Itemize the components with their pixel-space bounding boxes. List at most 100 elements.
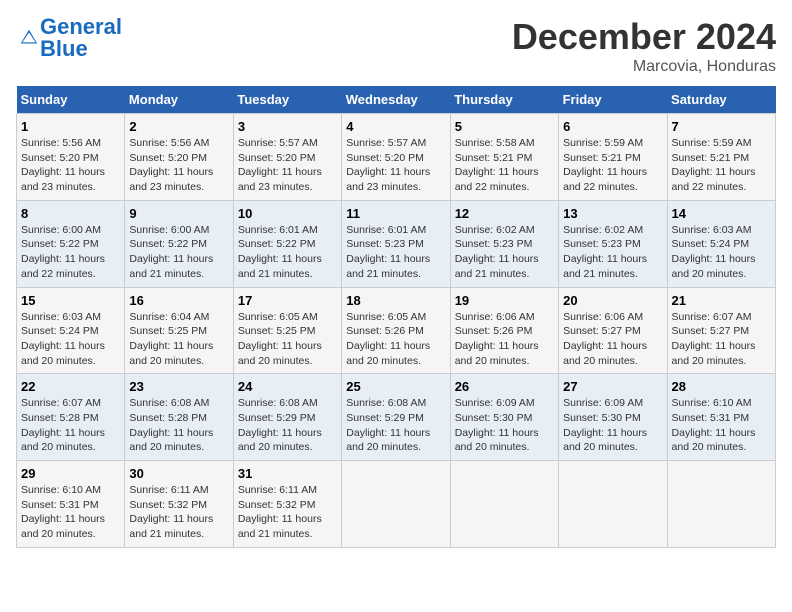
calendar-cell: 20 Sunrise: 6:06 AM Sunset: 5:27 PM Dayl… bbox=[559, 287, 667, 374]
day-info: Sunrise: 6:08 AM Sunset: 5:29 PM Dayligh… bbox=[346, 396, 445, 455]
day-info: Sunrise: 6:10 AM Sunset: 5:31 PM Dayligh… bbox=[21, 483, 120, 542]
day-info: Sunrise: 6:09 AM Sunset: 5:30 PM Dayligh… bbox=[455, 396, 554, 455]
calendar-cell: 2 Sunrise: 5:56 AM Sunset: 5:20 PM Dayli… bbox=[125, 114, 233, 201]
calendar-cell: 1 Sunrise: 5:56 AM Sunset: 5:20 PM Dayli… bbox=[17, 114, 125, 201]
weekday-header-friday: Friday bbox=[559, 86, 667, 114]
day-number: 19 bbox=[455, 293, 554, 308]
day-info: Sunrise: 6:03 AM Sunset: 5:24 PM Dayligh… bbox=[672, 223, 771, 282]
week-row-3: 15 Sunrise: 6:03 AM Sunset: 5:24 PM Dayl… bbox=[17, 287, 776, 374]
week-row-2: 8 Sunrise: 6:00 AM Sunset: 5:22 PM Dayli… bbox=[17, 200, 776, 287]
calendar-cell: 19 Sunrise: 6:06 AM Sunset: 5:26 PM Dayl… bbox=[450, 287, 558, 374]
day-number: 28 bbox=[672, 379, 771, 394]
calendar-cell: 13 Sunrise: 6:02 AM Sunset: 5:23 PM Dayl… bbox=[559, 200, 667, 287]
day-number: 29 bbox=[21, 466, 120, 481]
calendar-cell: 7 Sunrise: 5:59 AM Sunset: 5:21 PM Dayli… bbox=[667, 114, 775, 201]
calendar-cell bbox=[342, 461, 450, 548]
day-info: Sunrise: 6:04 AM Sunset: 5:25 PM Dayligh… bbox=[129, 310, 228, 369]
day-number: 18 bbox=[346, 293, 445, 308]
day-number: 22 bbox=[21, 379, 120, 394]
day-number: 8 bbox=[21, 206, 120, 221]
calendar-cell bbox=[559, 461, 667, 548]
calendar-cell: 10 Sunrise: 6:01 AM Sunset: 5:22 PM Dayl… bbox=[233, 200, 341, 287]
day-number: 4 bbox=[346, 119, 445, 134]
week-row-1: 1 Sunrise: 5:56 AM Sunset: 5:20 PM Dayli… bbox=[17, 114, 776, 201]
calendar-cell: 28 Sunrise: 6:10 AM Sunset: 5:31 PM Dayl… bbox=[667, 374, 775, 461]
day-number: 21 bbox=[672, 293, 771, 308]
day-info: Sunrise: 6:11 AM Sunset: 5:32 PM Dayligh… bbox=[129, 483, 228, 542]
calendar-cell: 4 Sunrise: 5:57 AM Sunset: 5:20 PM Dayli… bbox=[342, 114, 450, 201]
calendar-cell: 22 Sunrise: 6:07 AM Sunset: 5:28 PM Dayl… bbox=[17, 374, 125, 461]
day-number: 16 bbox=[129, 293, 228, 308]
calendar-cell: 27 Sunrise: 6:09 AM Sunset: 5:30 PM Dayl… bbox=[559, 374, 667, 461]
day-info: Sunrise: 6:00 AM Sunset: 5:22 PM Dayligh… bbox=[129, 223, 228, 282]
day-info: Sunrise: 5:56 AM Sunset: 5:20 PM Dayligh… bbox=[129, 136, 228, 195]
day-number: 30 bbox=[129, 466, 228, 481]
day-number: 25 bbox=[346, 379, 445, 394]
weekday-header-row: SundayMondayTuesdayWednesdayThursdayFrid… bbox=[17, 86, 776, 114]
day-number: 31 bbox=[238, 466, 337, 481]
calendar-cell: 11 Sunrise: 6:01 AM Sunset: 5:23 PM Dayl… bbox=[342, 200, 450, 287]
calendar-cell: 16 Sunrise: 6:04 AM Sunset: 5:25 PM Dayl… bbox=[125, 287, 233, 374]
day-info: Sunrise: 6:06 AM Sunset: 5:26 PM Dayligh… bbox=[455, 310, 554, 369]
day-info: Sunrise: 6:08 AM Sunset: 5:29 PM Dayligh… bbox=[238, 396, 337, 455]
day-info: Sunrise: 5:58 AM Sunset: 5:21 PM Dayligh… bbox=[455, 136, 554, 195]
day-number: 9 bbox=[129, 206, 228, 221]
week-row-4: 22 Sunrise: 6:07 AM Sunset: 5:28 PM Dayl… bbox=[17, 374, 776, 461]
calendar-cell: 15 Sunrise: 6:03 AM Sunset: 5:24 PM Dayl… bbox=[17, 287, 125, 374]
calendar-cell: 8 Sunrise: 6:00 AM Sunset: 5:22 PM Dayli… bbox=[17, 200, 125, 287]
calendar-cell: 23 Sunrise: 6:08 AM Sunset: 5:28 PM Dayl… bbox=[125, 374, 233, 461]
day-number: 1 bbox=[21, 119, 120, 134]
weekday-header-monday: Monday bbox=[125, 86, 233, 114]
page-header: General Blue December 2024 Marcovia, Hon… bbox=[16, 16, 776, 76]
calendar-cell: 14 Sunrise: 6:03 AM Sunset: 5:24 PM Dayl… bbox=[667, 200, 775, 287]
calendar-cell: 5 Sunrise: 5:58 AM Sunset: 5:21 PM Dayli… bbox=[450, 114, 558, 201]
calendar-cell: 3 Sunrise: 5:57 AM Sunset: 5:20 PM Dayli… bbox=[233, 114, 341, 201]
day-info: Sunrise: 5:56 AM Sunset: 5:20 PM Dayligh… bbox=[21, 136, 120, 195]
day-info: Sunrise: 6:00 AM Sunset: 5:22 PM Dayligh… bbox=[21, 223, 120, 282]
day-number: 11 bbox=[346, 206, 445, 221]
day-number: 17 bbox=[238, 293, 337, 308]
weekday-header-sunday: Sunday bbox=[17, 86, 125, 114]
day-number: 26 bbox=[455, 379, 554, 394]
day-info: Sunrise: 6:03 AM Sunset: 5:24 PM Dayligh… bbox=[21, 310, 120, 369]
day-number: 10 bbox=[238, 206, 337, 221]
weekday-header-wednesday: Wednesday bbox=[342, 86, 450, 114]
calendar-cell bbox=[667, 461, 775, 548]
day-info: Sunrise: 6:01 AM Sunset: 5:22 PM Dayligh… bbox=[238, 223, 337, 282]
day-number: 7 bbox=[672, 119, 771, 134]
calendar-cell: 9 Sunrise: 6:00 AM Sunset: 5:22 PM Dayli… bbox=[125, 200, 233, 287]
day-number: 2 bbox=[129, 119, 228, 134]
day-info: Sunrise: 6:01 AM Sunset: 5:23 PM Dayligh… bbox=[346, 223, 445, 282]
day-number: 12 bbox=[455, 206, 554, 221]
day-info: Sunrise: 6:07 AM Sunset: 5:28 PM Dayligh… bbox=[21, 396, 120, 455]
month-title: December 2024 bbox=[512, 16, 776, 58]
day-info: Sunrise: 6:10 AM Sunset: 5:31 PM Dayligh… bbox=[672, 396, 771, 455]
calendar-cell: 30 Sunrise: 6:11 AM Sunset: 5:32 PM Dayl… bbox=[125, 461, 233, 548]
day-number: 3 bbox=[238, 119, 337, 134]
day-number: 6 bbox=[563, 119, 662, 134]
location: Marcovia, Honduras bbox=[512, 58, 776, 76]
day-info: Sunrise: 6:09 AM Sunset: 5:30 PM Dayligh… bbox=[563, 396, 662, 455]
day-info: Sunrise: 5:57 AM Sunset: 5:20 PM Dayligh… bbox=[346, 136, 445, 195]
day-number: 15 bbox=[21, 293, 120, 308]
day-number: 13 bbox=[563, 206, 662, 221]
weekday-header-tuesday: Tuesday bbox=[233, 86, 341, 114]
day-number: 20 bbox=[563, 293, 662, 308]
calendar-cell: 24 Sunrise: 6:08 AM Sunset: 5:29 PM Dayl… bbox=[233, 374, 341, 461]
day-info: Sunrise: 6:02 AM Sunset: 5:23 PM Dayligh… bbox=[563, 223, 662, 282]
logo-line2: Blue bbox=[40, 38, 122, 60]
day-info: Sunrise: 5:57 AM Sunset: 5:20 PM Dayligh… bbox=[238, 136, 337, 195]
day-info: Sunrise: 6:11 AM Sunset: 5:32 PM Dayligh… bbox=[238, 483, 337, 542]
logo-line1: General bbox=[40, 16, 122, 38]
day-number: 23 bbox=[129, 379, 228, 394]
day-number: 5 bbox=[455, 119, 554, 134]
calendar-table: SundayMondayTuesdayWednesdayThursdayFrid… bbox=[16, 86, 776, 548]
calendar-cell: 18 Sunrise: 6:05 AM Sunset: 5:26 PM Dayl… bbox=[342, 287, 450, 374]
day-info: Sunrise: 6:08 AM Sunset: 5:28 PM Dayligh… bbox=[129, 396, 228, 455]
day-info: Sunrise: 5:59 AM Sunset: 5:21 PM Dayligh… bbox=[672, 136, 771, 195]
day-number: 14 bbox=[672, 206, 771, 221]
day-info: Sunrise: 5:59 AM Sunset: 5:21 PM Dayligh… bbox=[563, 136, 662, 195]
day-info: Sunrise: 6:07 AM Sunset: 5:27 PM Dayligh… bbox=[672, 310, 771, 369]
day-number: 24 bbox=[238, 379, 337, 394]
calendar-cell: 25 Sunrise: 6:08 AM Sunset: 5:29 PM Dayl… bbox=[342, 374, 450, 461]
